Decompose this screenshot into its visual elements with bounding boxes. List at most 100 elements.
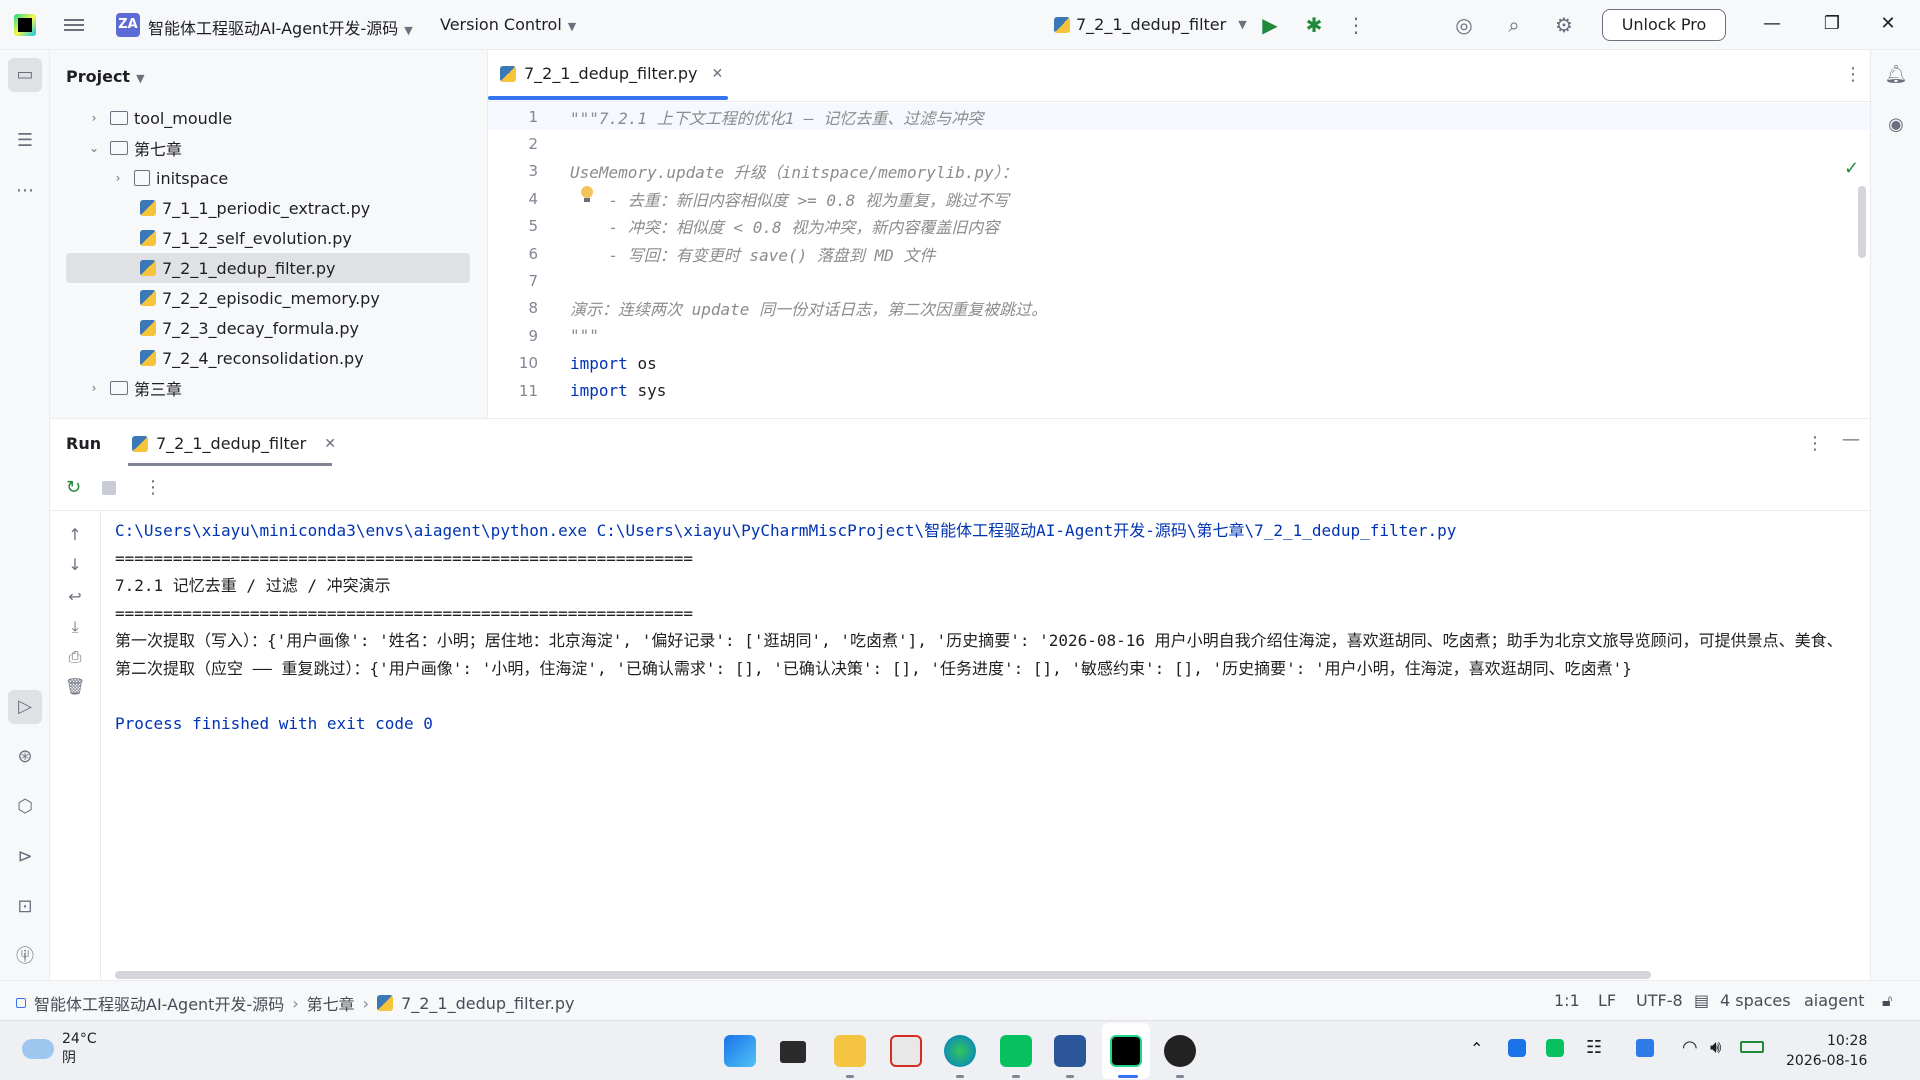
unlock-pro-button[interactable]: Unlock Pro (1602, 9, 1726, 41)
code-line[interactable]: 2 (488, 130, 1870, 157)
soft-wrap-icon[interactable]: ↩ (65, 587, 85, 607)
run-tool-icon[interactable]: ▷ (8, 690, 42, 724)
lightbulb-icon[interactable] (580, 186, 594, 204)
tree-item-initspace[interactable]: › initspace (110, 163, 470, 193)
run-tab[interactable]: 7_2_1_dedup_filter ✕ (132, 434, 336, 453)
more-actions-icon[interactable]: ⋮ (1344, 13, 1368, 37)
close-tab-icon[interactable]: ✕ (324, 436, 336, 452)
wifi-icon[interactable]: ◠ (1682, 1037, 1698, 1058)
python-console-icon[interactable]: ⊛ (12, 744, 38, 770)
git-icon[interactable]: ⑂ (12, 944, 38, 970)
windows-start-icon[interactable] (724, 1035, 756, 1067)
stop-icon[interactable] (102, 481, 116, 495)
search-icon[interactable]: ⌕ (1502, 13, 1526, 37)
debug-icon[interactable]: ✱ (1302, 13, 1326, 37)
tray-overflow-icon[interactable]: ⌃ (1470, 1039, 1483, 1058)
settings-gear-icon[interactable]: ⚙ (1552, 13, 1576, 37)
more-tools-icon[interactable]: ⋯ (12, 178, 38, 204)
structure-icon[interactable]: ☰ (12, 128, 38, 154)
code-line[interactable]: 7 (488, 267, 1870, 294)
line-separator[interactable]: LF (1598, 991, 1616, 1010)
breadcrumb-item[interactable]: 智能体工程驱动AI-Agent开发-源码 (34, 991, 284, 1015)
weather-widget[interactable]: 24°C 阴 (22, 1031, 97, 1067)
ai-chat-icon[interactable]: ◉ (1883, 112, 1909, 138)
print-icon[interactable]: ⎙ (65, 647, 85, 667)
project-folder-icon[interactable]: ▭ (8, 58, 42, 92)
main-menu-icon[interactable] (64, 16, 84, 34)
tree-item-file[interactable]: 7_1_2_self_evolution.py (140, 223, 470, 253)
tree-item-file[interactable]: 7_2_2_episodic_memory.py (140, 283, 470, 313)
run-config-selector[interactable]: 7_2_1_dedup_filter ▼ (1054, 15, 1247, 34)
tree-item-chapter-7[interactable]: ⌄ 第七章 (86, 133, 470, 163)
tree-item-file[interactable]: 7_2_3_decay_formula.py (140, 313, 470, 343)
scroll-to-end-icon[interactable]: ⤓ (65, 617, 85, 637)
terminal-icon[interactable]: ⊡ (12, 894, 38, 920)
console-horizontal-scrollbar[interactable] (115, 971, 1651, 979)
code-line[interactable]: 11 import sys (488, 377, 1870, 404)
code-line[interactable]: 3 UseMemory.update 升级（initspace/memorylib… (488, 158, 1870, 185)
services-icon[interactable]: ⊳ (12, 844, 38, 870)
tray-baidu-icon[interactable] (1636, 1039, 1654, 1057)
restore-icon[interactable]: ❐ (1820, 12, 1844, 36)
code-line[interactable]: 4 - 去重：新旧内容相似度 >= 0.8 视为重复，跳过不写 (488, 185, 1870, 212)
edge-browser-icon[interactable] (944, 1035, 976, 1067)
minimize-icon[interactable]: — (1760, 12, 1784, 36)
file-explorer-icon[interactable] (834, 1035, 866, 1067)
tray-wechat-icon[interactable] (1546, 1039, 1564, 1057)
chevron-right-icon[interactable]: › (86, 381, 102, 395)
pycharm-icon[interactable] (1110, 1035, 1142, 1067)
hide-panel-icon[interactable]: — (1842, 429, 1860, 450)
snipping-tool-icon[interactable] (890, 1035, 922, 1067)
code-line[interactable]: 9 """ (488, 322, 1870, 349)
code-line[interactable]: 6 - 写回：有变更时 save() 落盘到 MD 文件 (488, 240, 1870, 267)
scroll-down-icon[interactable]: ↓ (65, 555, 85, 575)
ai-assistant-icon[interactable]: ◎ (1452, 13, 1476, 37)
trash-icon[interactable]: 🗑︎ (65, 677, 85, 697)
chevron-right-icon[interactable]: › (86, 111, 102, 125)
tree-item-tool-moudle[interactable]: › tool_moudle (86, 103, 470, 133)
tree-item-file[interactable]: 7_2_4_reconsolidation.py (140, 343, 470, 373)
file-encoding[interactable]: UTF-8 (1636, 991, 1683, 1010)
editor-scrollbar[interactable] (1858, 186, 1866, 258)
rerun-icon[interactable]: ↻ (66, 477, 81, 498)
system-clock[interactable]: 10:28 2026-08-16 (1786, 1031, 1867, 1071)
editor-more-icon[interactable]: ⋮ (1844, 64, 1862, 85)
word-icon[interactable] (1054, 1035, 1086, 1067)
indent-setting[interactable]: 4 spaces (1720, 991, 1791, 1010)
console-more-icon[interactable]: ⋮ (144, 477, 162, 498)
run-more-icon[interactable]: ⋮ (1806, 433, 1824, 454)
lock-icon[interactable]: 🔓︎ (1882, 991, 1892, 1011)
scroll-up-icon[interactable]: ↑ (65, 525, 85, 545)
tree-item-file-selected[interactable]: 7_2_1_dedup_filter.py (66, 253, 470, 283)
task-view-icon[interactable] (780, 1041, 806, 1063)
media-player-icon[interactable] (1164, 1035, 1196, 1067)
project-panel-title[interactable]: Project ▼ (66, 67, 145, 86)
code-line[interactable]: 10 import os (488, 350, 1870, 377)
battery-icon[interactable] (1740, 1041, 1764, 1053)
project-selector[interactable]: 智能体工程驱动AI-Agent开发-源码 ▼ (148, 15, 413, 39)
code-line[interactable]: 8 演示：连续两次 update 同一份对话日志，第二次因重复被跳过。 (488, 295, 1870, 322)
volume-icon[interactable]: 🔊︎ (1710, 1037, 1721, 1058)
python-interpreter[interactable]: aiagent (1804, 991, 1864, 1010)
caret-position[interactable]: 1:1 (1554, 991, 1580, 1010)
close-icon[interactable]: ✕ (1876, 12, 1900, 36)
inspection-ok-icon[interactable]: ✓ (1844, 158, 1859, 179)
python-packages-icon[interactable]: ⬡ (12, 794, 38, 820)
notifications-bell-icon[interactable]: 🔔︎ (1883, 62, 1909, 88)
vcs-menu[interactable]: Version Control ▼ (440, 15, 576, 34)
chevron-right-icon[interactable]: › (110, 171, 126, 185)
close-tab-icon[interactable]: ✕ (711, 66, 723, 82)
wechat-icon[interactable] (1000, 1035, 1032, 1067)
tree-item-file[interactable]: 7_1_1_periodic_extract.py (140, 193, 470, 223)
chevron-down-icon[interactable]: ⌄ (86, 141, 102, 155)
breadcrumb-item[interactable]: 7_2_1_dedup_filter.py (401, 994, 574, 1013)
code-line[interactable]: 1 """7.2.1 上下文工程的优化1 — 记忆去重、过滤与冲突 (488, 103, 1870, 130)
breadcrumb-item[interactable]: 第七章 (307, 991, 355, 1015)
tray-input-icon[interactable]: ☷ (1586, 1037, 1602, 1058)
console-output[interactable]: C:\Users\xiayu\miniconda3\envs\aiagent\p… (115, 517, 1865, 737)
code-line[interactable]: 5 - 冲突：相似度 < 0.8 视为冲突，新内容覆盖旧内容 (488, 213, 1870, 240)
editor-tab[interactable]: 7_2_1_dedup_filter.py ✕ (500, 64, 723, 83)
run-icon[interactable]: ▶ (1258, 13, 1282, 37)
tray-app-icon[interactable] (1508, 1039, 1526, 1057)
tree-item-chapter-3[interactable]: › 第三章 (86, 373, 470, 403)
